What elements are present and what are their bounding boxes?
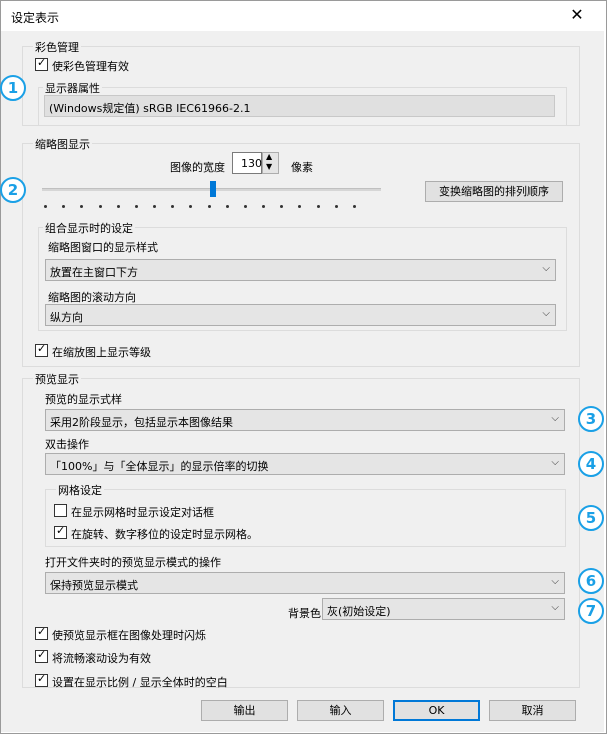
- enable-color-management-checkbox[interactable]: [35, 56, 48, 71]
- callout-5: 5: [578, 505, 604, 531]
- thumbnail-title: 缩略图显示: [33, 136, 92, 152]
- preview-style-label: 预览的显示式样: [45, 393, 122, 406]
- slider-tick: [99, 205, 102, 208]
- grid-dialog-checkbox[interactable]: [54, 504, 67, 517]
- flash-preview-checkbox[interactable]: [35, 625, 48, 640]
- callout-1: 1: [0, 75, 26, 101]
- callout-6: 6: [578, 568, 604, 594]
- preview-style-select[interactable]: 采用2阶段显示，包括显示本图像结果 ⌵: [45, 409, 565, 431]
- slider-tick: [189, 205, 192, 208]
- chevron-down-icon: ⌵: [551, 413, 559, 424]
- grid-settings-title: 网格设定: [56, 482, 104, 498]
- slider-tick: [335, 205, 338, 208]
- slider-tick: [153, 205, 156, 208]
- background-color-select[interactable]: 灰(初始设定) ⌵: [322, 598, 565, 620]
- cancel-button[interactable]: 取消: [489, 700, 576, 721]
- double-click-label: 双击操作: [45, 438, 89, 451]
- slider-tick: [353, 205, 356, 208]
- slider-tick: [244, 205, 247, 208]
- folder-open-select[interactable]: 保持预览显示模式 ⌵: [45, 572, 565, 594]
- window-style-select[interactable]: 放置在主窗口下方 ⌵: [45, 259, 556, 281]
- callout-3: 3: [578, 406, 604, 432]
- spin-up-icon[interactable]: ▲: [266, 152, 272, 161]
- preview-title: 预览显示: [33, 371, 81, 387]
- slider-tick: [135, 205, 138, 208]
- enable-color-management-label: 使彩色管理有效: [52, 60, 129, 73]
- color-management-title: 彩色管理: [33, 39, 81, 55]
- smooth-scroll-checkbox[interactable]: [35, 648, 48, 663]
- chevron-down-icon: ⌵: [551, 602, 559, 613]
- sort-thumbnails-button[interactable]: 变换缩略图的排列顺序: [425, 181, 563, 202]
- callout-4: 4: [578, 451, 604, 477]
- slider-tick: [262, 205, 265, 208]
- display-profile-field: (Windows规定值) sRGB IEC61966-2.1: [44, 95, 555, 117]
- title-bar: 设定表示 ✕: [1, 1, 606, 31]
- display-attr-title: 显示器属性: [43, 80, 102, 96]
- spin-down-icon[interactable]: ▼: [266, 162, 272, 171]
- window-style-label: 缩略图窗口的显示样式: [48, 241, 158, 254]
- image-width-label: 图像的宽度: [170, 161, 225, 174]
- slider-tick: [298, 205, 301, 208]
- show-rating-label: 在缩放图上显示等级: [52, 346, 151, 359]
- image-width-spinner[interactable]: ▲ ▼: [262, 152, 279, 174]
- background-color-label: 背景色: [288, 607, 321, 620]
- import-button[interactable]: 输入: [297, 700, 384, 721]
- margin-setting-checkbox[interactable]: [35, 672, 48, 687]
- chevron-down-icon: ⌵: [542, 263, 550, 274]
- image-width-input[interactable]: 130: [232, 152, 262, 174]
- thumbnail-size-slider-thumb[interactable]: [209, 181, 216, 197]
- dialog-client: 彩色管理 使彩色管理有效 显示器属性 (Windows规定值) sRGB IEC…: [1, 31, 604, 732]
- show-rating-checkbox[interactable]: [35, 342, 48, 357]
- smooth-scroll-label: 将流畅滚动设为有效: [52, 652, 151, 665]
- slider-tick: [117, 205, 120, 208]
- flash-preview-label: 使预览显示框在图像处理时闪烁: [52, 629, 206, 642]
- combo-display-title: 组合显示时的设定: [43, 220, 135, 236]
- chevron-down-icon: ⌵: [542, 308, 550, 319]
- slider-tick: [317, 205, 320, 208]
- slider-tick: [44, 205, 47, 208]
- chevron-down-icon: ⌵: [551, 576, 559, 587]
- slider-tick: [280, 205, 283, 208]
- slider-tick: [171, 205, 174, 208]
- slider-tick: [226, 205, 229, 208]
- slider-tick: [80, 205, 83, 208]
- width-unit-label: 像素: [291, 161, 313, 174]
- callout-7: 7: [578, 598, 604, 624]
- export-button[interactable]: 输出: [201, 700, 288, 721]
- ok-button[interactable]: OK: [393, 700, 480, 721]
- slider-tick: [62, 205, 65, 208]
- close-icon[interactable]: ✕: [566, 4, 588, 26]
- slider-ticks: [42, 205, 381, 209]
- scroll-direction-select[interactable]: 纵方向 ⌵: [45, 304, 556, 326]
- scroll-direction-label: 缩略图的滚动方向: [48, 291, 136, 304]
- chevron-down-icon: ⌵: [551, 457, 559, 468]
- slider-tick: [208, 205, 211, 208]
- folder-open-label: 打开文件夹时的预览显示模式的操作: [45, 556, 221, 569]
- grid-rotate-label: 在旋转、数字移位的设定时显示网格。: [71, 528, 258, 541]
- grid-rotate-checkbox[interactable]: [54, 524, 67, 539]
- double-click-select[interactable]: 「100%」与「全体显示」的显示倍率的切换 ⌵: [45, 453, 565, 475]
- callout-2: 2: [0, 177, 26, 203]
- margin-setting-label: 设置在显示比例 / 显示全体时的空白: [52, 676, 228, 689]
- dialog-title: 设定表示: [11, 11, 60, 25]
- grid-dialog-label: 在显示网格时显示设定对话框: [71, 506, 214, 519]
